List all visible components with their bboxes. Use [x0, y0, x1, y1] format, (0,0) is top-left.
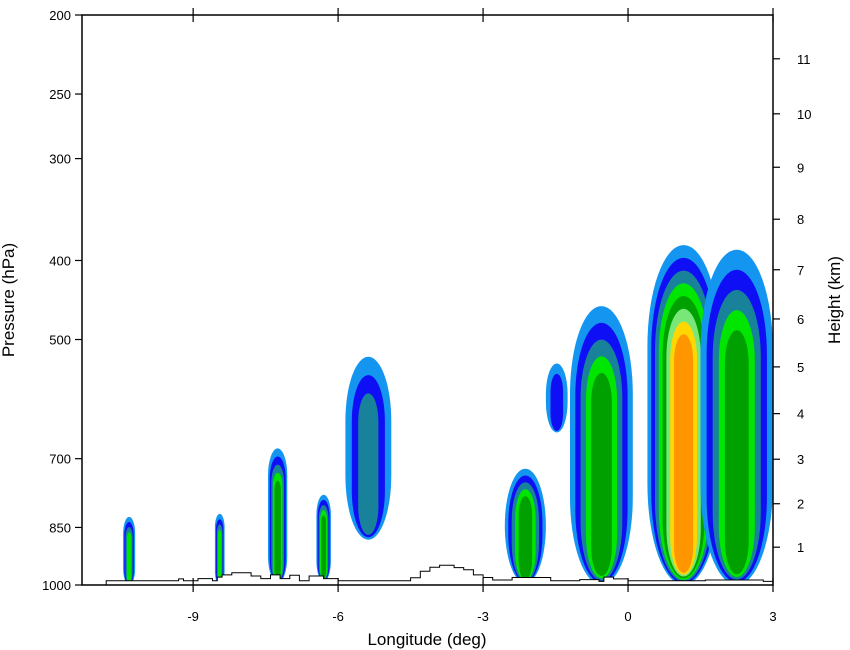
height-tick-label: 1	[797, 540, 804, 555]
convective-cell	[545, 363, 568, 433]
x-tick-label: -3	[477, 609, 489, 624]
height-tick-label: 8	[797, 212, 804, 227]
convective-cell	[268, 448, 288, 584]
contour-level-5	[591, 373, 612, 576]
convective-cell	[504, 468, 546, 584]
x-axis-title: Longitude (deg)	[367, 630, 486, 649]
height-tick-label: 2	[797, 497, 804, 512]
contour-level-3	[358, 393, 379, 535]
convective-cell	[214, 513, 225, 585]
x-tick-label: -9	[187, 609, 199, 624]
pressure-tick-label: 1000	[42, 578, 71, 593]
contour-level-5	[518, 496, 533, 580]
height-tick-label: 3	[797, 452, 804, 467]
height-tick-label: 7	[797, 263, 804, 278]
convective-cell	[570, 306, 633, 585]
contour-level-5	[274, 480, 281, 579]
contour-chart: -9 -6 -3 0 3 200 250 300 400 500 700 850 1000 1 2 3 4 5 6 7…	[0, 8, 844, 649]
height-tick-label: 10	[797, 107, 811, 122]
height-tick-label: 6	[797, 312, 804, 327]
height-tick-label: 9	[797, 160, 804, 175]
convective-cell	[123, 516, 136, 585]
pressure-tick-label: 400	[49, 253, 71, 268]
convective-cell	[345, 356, 392, 540]
pressure-tick-label: 200	[49, 8, 71, 23]
y-axis-title-left: Pressure (hPa)	[0, 243, 18, 357]
height-tick-label: 11	[797, 52, 811, 67]
x-tick-label: 0	[624, 609, 631, 624]
y-axis-title-right: Height (km)	[825, 256, 844, 344]
convective-cell	[700, 249, 773, 585]
convective-cell	[316, 494, 331, 582]
height-tick-label: 5	[797, 360, 804, 375]
pressure-tick-label: 700	[49, 452, 71, 467]
contour-level-4	[126, 532, 132, 583]
pressure-tick-label: 250	[49, 87, 71, 102]
x-tick-label: 3	[769, 609, 776, 624]
x-tick-label: -6	[332, 609, 344, 624]
contour-level-8	[674, 334, 694, 574]
contour-level-2	[550, 373, 564, 431]
pressure-tick-label: 300	[49, 152, 71, 167]
pressure-tick-label: 500	[49, 333, 71, 348]
contour-level-5	[724, 330, 749, 575]
height-tick-label: 4	[797, 407, 804, 422]
pressure-tick-label: 850	[49, 520, 71, 535]
contour-level-5	[321, 515, 326, 579]
contour-level-4	[217, 529, 222, 583]
